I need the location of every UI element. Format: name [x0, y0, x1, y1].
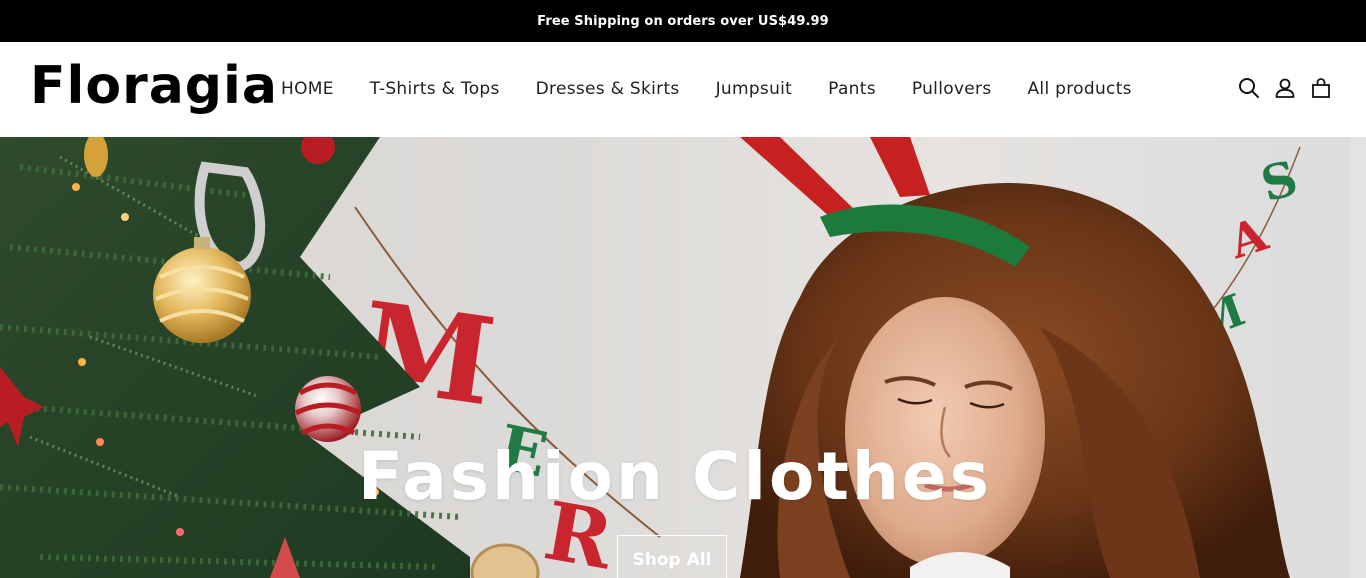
header-icons	[1238, 77, 1332, 99]
shop-all-button[interactable]: Shop All	[617, 535, 727, 578]
hero-banner: M E R M A S Fashion Clothes Shop All	[0, 137, 1350, 578]
nav-item-pullovers[interactable]: Pullovers	[912, 76, 992, 102]
announcement-bar: Free Shipping on orders over US$49.99	[0, 0, 1366, 42]
nav-item-jumpsuit[interactable]: Jumpsuit	[716, 76, 793, 102]
nav-item-pants[interactable]: Pants	[828, 76, 876, 102]
nav-item-all-products[interactable]: All products	[1028, 76, 1132, 102]
hero-title: Fashion Clothes	[358, 438, 992, 515]
nav-item-home[interactable]: HOME	[281, 76, 334, 102]
announcement-text: Free Shipping on orders over US$49.99	[537, 13, 829, 29]
account-icon[interactable]	[1274, 77, 1296, 99]
cart-icon[interactable]	[1310, 77, 1332, 99]
shop-all-label: Shop All	[632, 550, 712, 570]
brand-logo[interactable]: Floragia	[30, 56, 278, 116]
site-header: Floragia HOME T-Shirts & Tops Dresses & …	[0, 42, 1366, 137]
page-scrollbar[interactable]	[1350, 137, 1366, 578]
search-icon[interactable]	[1238, 77, 1260, 99]
nav-item-dresses-skirts[interactable]: Dresses & Skirts	[536, 76, 680, 102]
main-nav: HOME T-Shirts & Tops Dresses & Skirts Ju…	[281, 76, 1132, 102]
svg-text:S: S	[1255, 150, 1303, 213]
svg-text:A: A	[1222, 206, 1275, 269]
nav-item-tshirts-tops[interactable]: T-Shirts & Tops	[370, 76, 500, 102]
